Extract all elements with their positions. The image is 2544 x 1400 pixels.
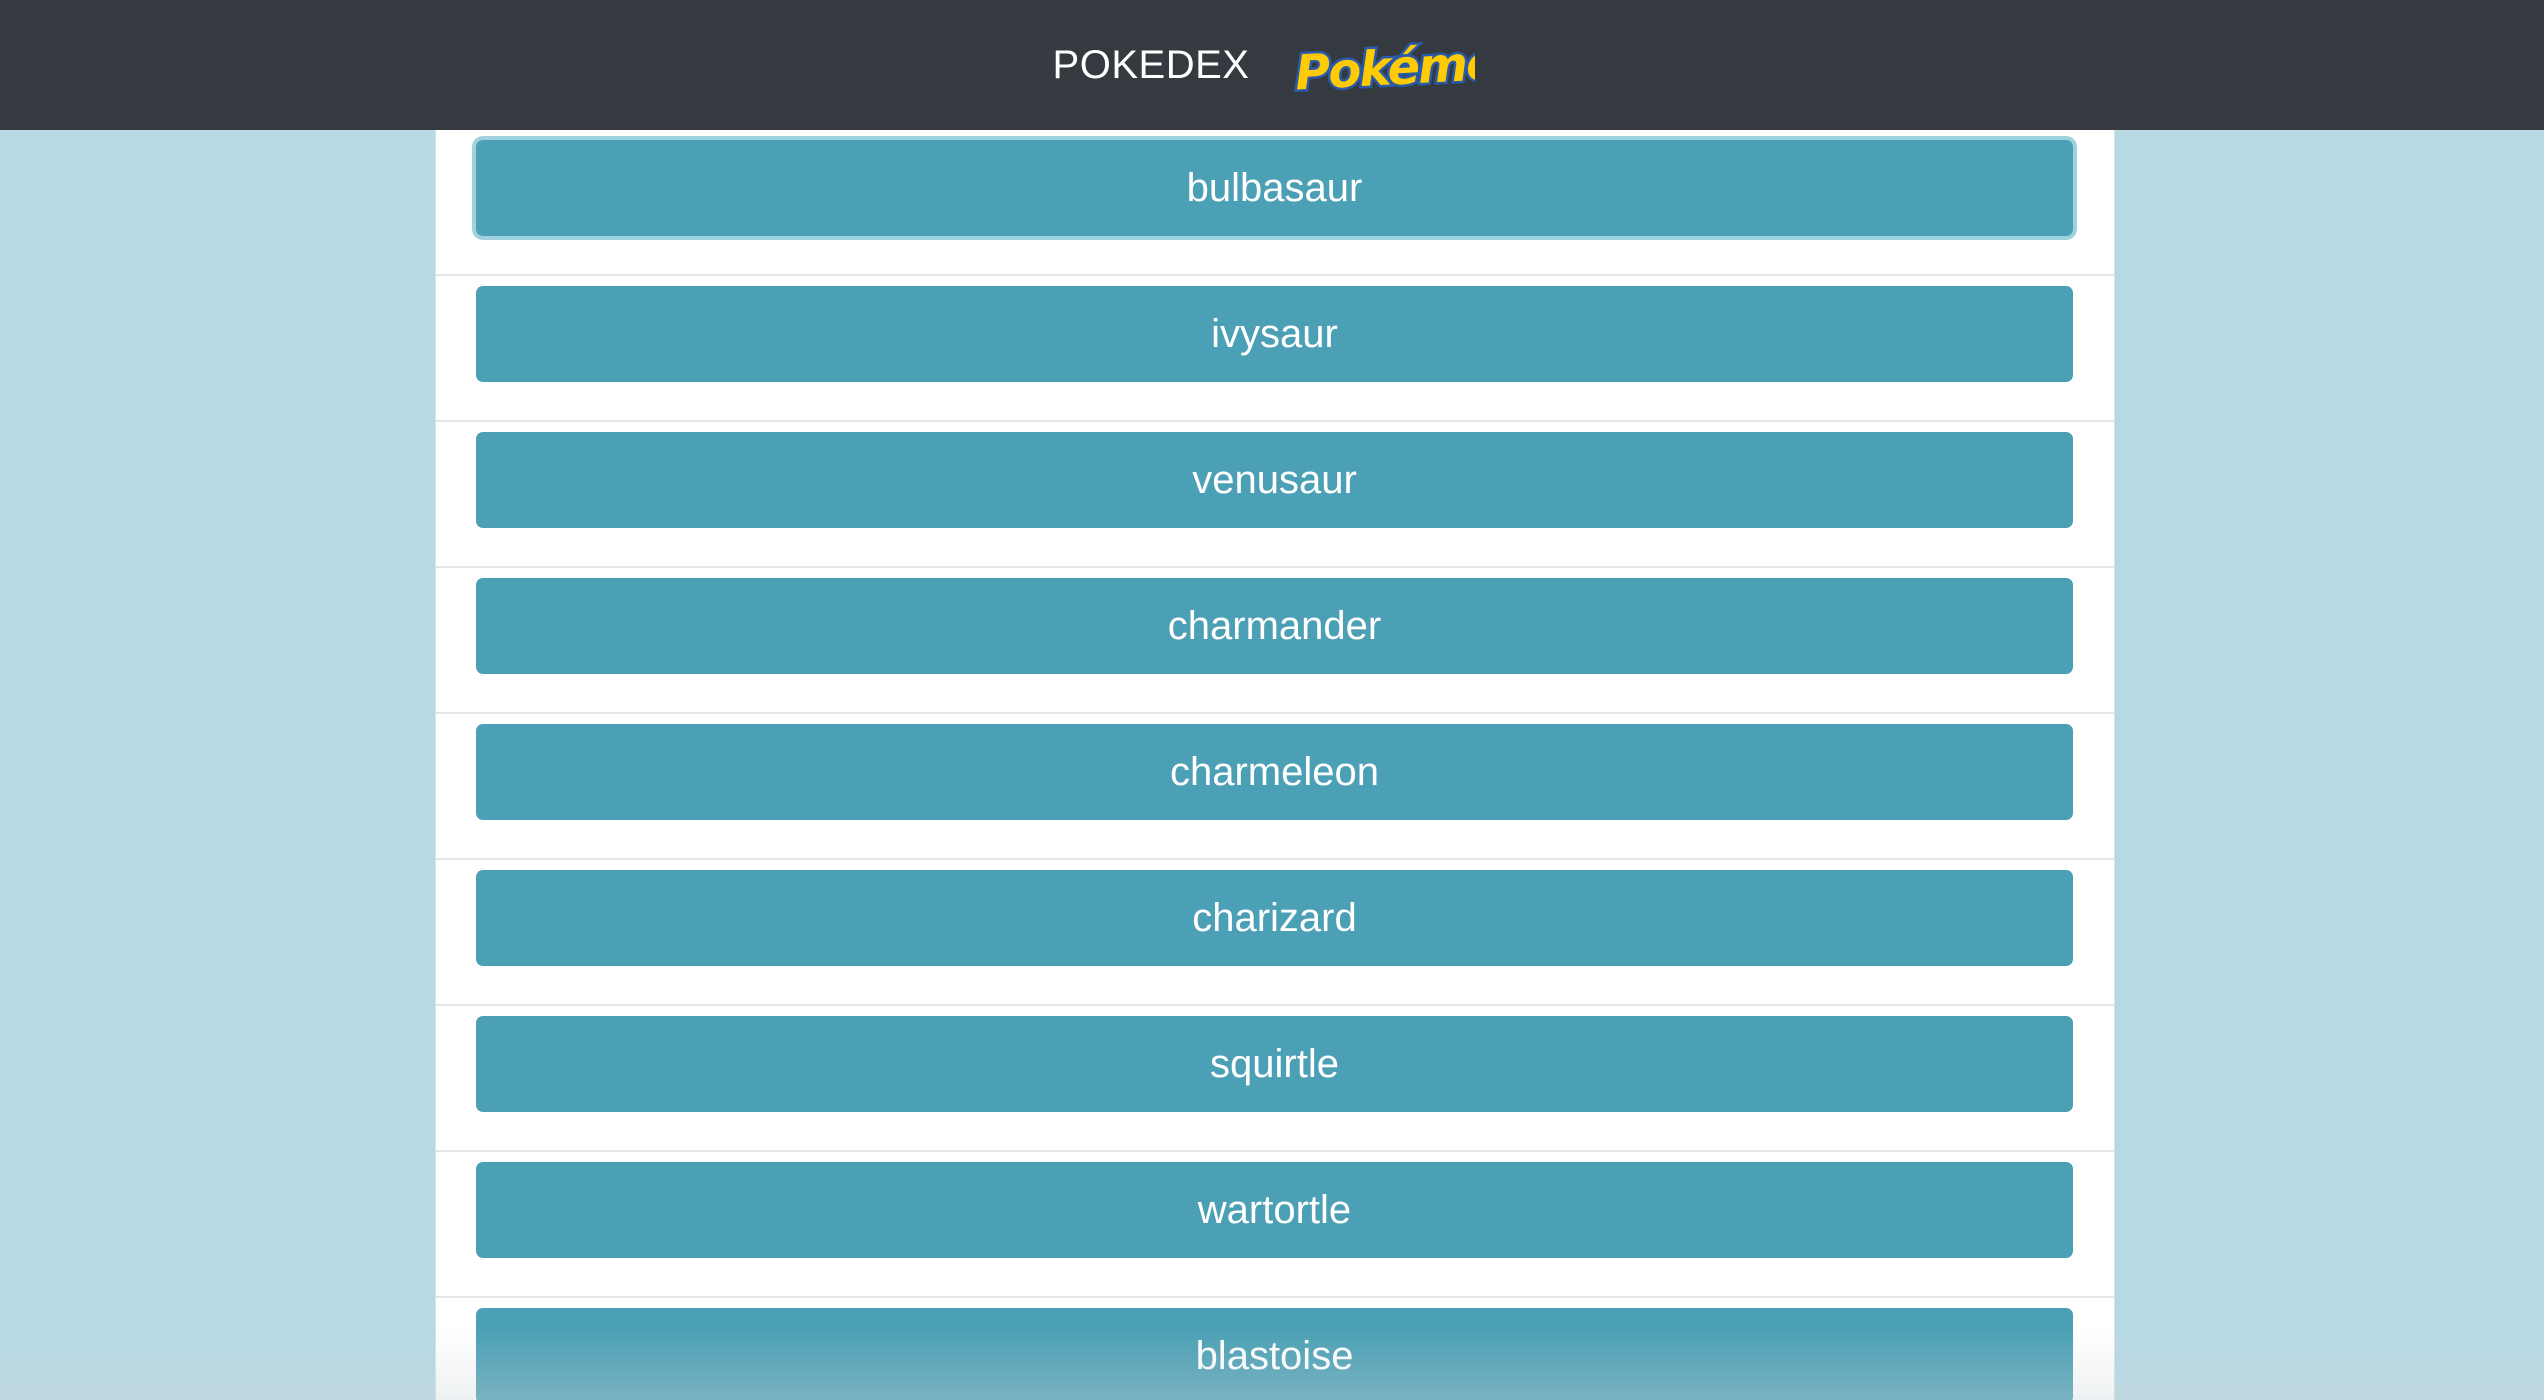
navbar-brand[interactable]: POKEDEX Pokémon <box>1053 28 1476 102</box>
list-item: venusaur <box>436 422 2114 568</box>
page-title: POKEDEX <box>1052 43 1250 87</box>
pokemon-button-blastoise[interactable]: blastoise <box>476 1308 2073 1400</box>
list-item: bulbasaur <box>436 130 2114 276</box>
list-item: squirtle <box>436 1006 2114 1152</box>
pokemon-button-squirtle[interactable]: squirtle <box>476 1016 2073 1112</box>
pokemon-logo-text: Pokémon <box>1294 33 1475 101</box>
pokemon-button-charmeleon[interactable]: charmeleon <box>476 724 2073 820</box>
pokemon-button-wartortle[interactable]: wartortle <box>476 1162 2073 1258</box>
list-item: charmeleon <box>436 714 2114 860</box>
list-item: charizard <box>436 860 2114 1006</box>
list-item: charmander <box>436 568 2114 714</box>
pokemon-button-charizard[interactable]: charizard <box>476 870 2073 966</box>
pokemon-button-bulbasaur[interactable]: bulbasaur <box>476 140 2073 236</box>
pokemon-button-venusaur[interactable]: venusaur <box>476 432 2073 528</box>
pokemon-button-ivysaur[interactable]: ivysaur <box>476 286 2073 382</box>
pokemon-logo: Pokémon <box>1292 31 1476 102</box>
list-item: ivysaur <box>436 276 2114 422</box>
pokemon-list: bulbasaur ivysaur venusaur charmander ch… <box>435 130 2115 1400</box>
pokemon-button-charmander[interactable]: charmander <box>476 578 2073 674</box>
list-item: blastoise <box>436 1298 2114 1400</box>
top-navbar: POKEDEX Pokémon <box>0 0 2544 130</box>
list-item: wartortle <box>436 1152 2114 1298</box>
